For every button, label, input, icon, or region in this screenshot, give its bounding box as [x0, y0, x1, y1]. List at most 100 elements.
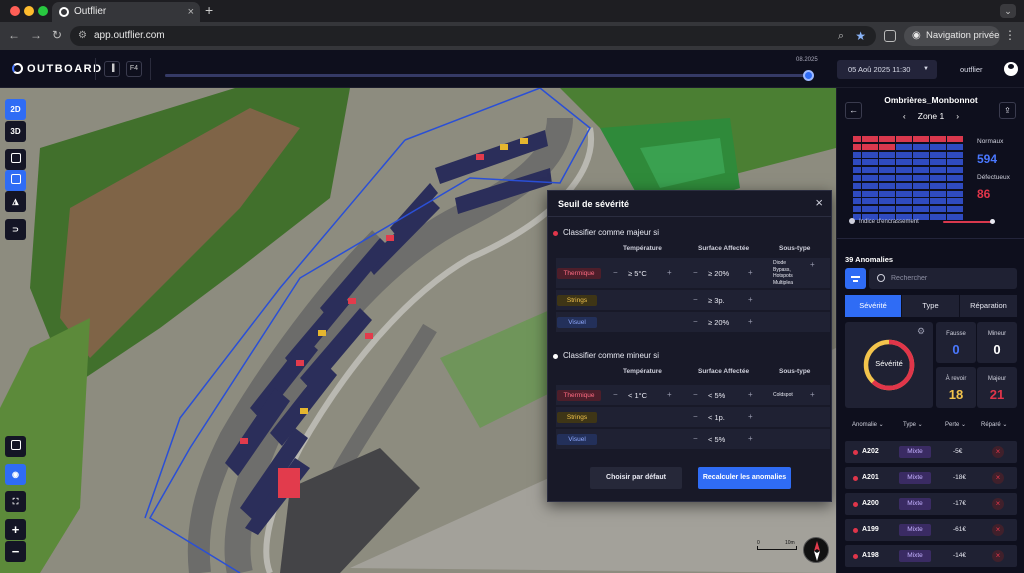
drone-button[interactable]: ◮ [5, 191, 26, 212]
window-minimize-icon[interactable] [24, 6, 34, 16]
brand-ring-icon [12, 63, 23, 74]
temp-increase-button[interactable]: + [667, 390, 672, 399]
table-row[interactable]: A199 Mixte -61€ × [845, 519, 1017, 541]
table-row[interactable]: A200 Mixte -17€ × [845, 493, 1017, 515]
window-maximize-icon[interactable] [38, 6, 48, 16]
fullscreen-button[interactable]: ⛶ [5, 491, 26, 512]
tab-severity[interactable]: Sévérité [845, 295, 901, 317]
bookmark-star-icon[interactable]: ★ [855, 26, 866, 46]
not-repaired-icon[interactable]: × [992, 550, 1004, 562]
col-repaired[interactable]: Réparé ⌄ [981, 421, 1007, 428]
new-tab-icon[interactable]: + [205, 2, 213, 18]
tab-search-icon[interactable]: ⌄ [1000, 4, 1016, 18]
temp-increase-button[interactable]: + [667, 268, 672, 277]
normal-cell [938, 167, 946, 174]
forward-icon[interactable]: → [30, 28, 42, 42]
not-repaired-icon[interactable]: × [992, 524, 1004, 536]
stat-major[interactable]: Majeur 21 [977, 367, 1017, 408]
browser-tab[interactable]: Outflier × [52, 2, 200, 22]
path-button[interactable]: ⊃ [5, 219, 26, 240]
normal-cell [946, 198, 955, 205]
grid-button[interactable] [5, 170, 26, 191]
extensions-icon[interactable] [884, 30, 896, 42]
timeline-track[interactable] [165, 74, 808, 77]
surface-decrease-button[interactable]: − [693, 390, 698, 399]
window-close-icon[interactable] [10, 6, 20, 16]
subtype-add-button[interactable]: + [810, 260, 815, 269]
search-box [869, 268, 1017, 289]
tab-close-icon[interactable]: × [188, 2, 194, 22]
share-icon[interactable]: ⇪ [999, 102, 1016, 119]
browser-menu-icon[interactable]: ⋮ [1004, 28, 1016, 42]
layers-button[interactable] [5, 149, 26, 170]
normal-cell [904, 159, 912, 166]
surface-increase-button[interactable]: + [748, 317, 753, 326]
gear-icon[interactable]: ⚙ [917, 326, 925, 337]
col-anomaly[interactable]: Anomalie ⌄ [852, 421, 884, 428]
chevron-left-icon[interactable]: ‹ [903, 111, 906, 121]
surface-threshold: ≥ 20% [708, 317, 730, 327]
normal-cell [912, 198, 921, 205]
scale-start-label: 0 [757, 540, 760, 546]
surface-increase-button[interactable]: + [748, 295, 753, 304]
soiling-slider-knob[interactable] [989, 219, 995, 224]
category-tag: Thermique [557, 389, 601, 401]
stat-false[interactable]: Fausse 0 [936, 322, 976, 363]
search-input[interactable] [891, 271, 1011, 286]
3d-view-button[interactable]: 3D [5, 121, 26, 142]
default-button[interactable]: Choisir par défaut [590, 467, 682, 489]
panel-button[interactable] [5, 436, 26, 457]
temp-decrease-button[interactable]: − [613, 390, 618, 399]
close-icon[interactable]: × [815, 195, 823, 210]
stat-review[interactable]: À revoir 18 [936, 367, 976, 408]
zoom-in-button[interactable]: + [5, 519, 26, 540]
tab-repair[interactable]: Réparation [960, 295, 1017, 317]
subtype-add-button[interactable]: + [810, 390, 815, 399]
table-row[interactable]: A198 Mixte -14€ × [845, 545, 1017, 567]
compass-icon[interactable] [803, 537, 829, 563]
timeline-knob[interactable] [803, 70, 814, 81]
surface-decrease-button[interactable]: − [693, 412, 698, 421]
zoom-icon[interactable]: ⌕ [838, 26, 844, 46]
surface-decrease-button[interactable]: − [693, 317, 698, 326]
zoom-out-button[interactable]: − [5, 541, 26, 562]
table-row[interactable]: A202 Mixte -5€ × [845, 441, 1017, 463]
not-repaired-icon[interactable]: × [992, 472, 1004, 484]
private-browsing-badge[interactable]: ◉ Navigation privée [904, 26, 1000, 46]
chevron-right-icon[interactable]: › [956, 111, 959, 121]
visibility-button[interactable]: ◉ [5, 464, 26, 485]
not-repaired-icon[interactable]: × [992, 446, 1004, 458]
stat-minor[interactable]: Mineur 0 [977, 322, 1017, 363]
not-repaired-icon[interactable]: × [992, 498, 1004, 510]
user-avatar-icon[interactable] [1004, 62, 1018, 76]
surface-decrease-button[interactable]: − [693, 268, 698, 277]
surface-increase-button[interactable]: + [748, 268, 753, 277]
filter-button[interactable] [845, 268, 866, 289]
surface-decrease-button[interactable]: − [693, 295, 698, 304]
tab-type[interactable]: Type [902, 295, 959, 317]
defective-cell [853, 143, 861, 150]
recalculate-button[interactable]: Recalculer les anomalies [698, 467, 791, 489]
col-type[interactable]: Type ⌄ [903, 421, 923, 428]
surface-increase-button[interactable]: + [748, 390, 753, 399]
split-view-icon[interactable]: ▐ [104, 61, 120, 77]
f4-shortcut-icon[interactable]: F4 [126, 61, 142, 77]
2d-view-button[interactable]: 2D [5, 99, 26, 120]
surface-increase-button[interactable]: + [748, 434, 753, 443]
temp-decrease-button[interactable]: − [613, 268, 618, 277]
brand-logo[interactable]: OUTBOARD [12, 63, 103, 75]
surface-increase-button[interactable]: + [748, 412, 753, 421]
url-field[interactable]: ⚙ app.outflier.com ⌕ ★ [70, 26, 876, 46]
chevron-down-icon: ▼ [923, 66, 929, 72]
threshold-row: Thermique − ≥ 5°C + − ≥ 20% + Diode Bypass, Hot… [556, 258, 830, 288]
stat-label: Fausse [946, 331, 966, 337]
header-divider [95, 58, 96, 80]
reload-icon[interactable]: ↻ [52, 28, 62, 42]
col-loss[interactable]: Perte ⌄ [945, 421, 966, 428]
defective-cell [870, 136, 878, 142]
surface-decrease-button[interactable]: − [693, 434, 698, 443]
table-row[interactable]: A201 Mixte -18€ × [845, 467, 1017, 489]
date-selector[interactable]: 05 Aoû 2025 11:30 ▼ [837, 60, 937, 79]
back-icon[interactable]: ← [8, 28, 20, 42]
site-settings-icon[interactable]: ⚙ [78, 26, 87, 46]
